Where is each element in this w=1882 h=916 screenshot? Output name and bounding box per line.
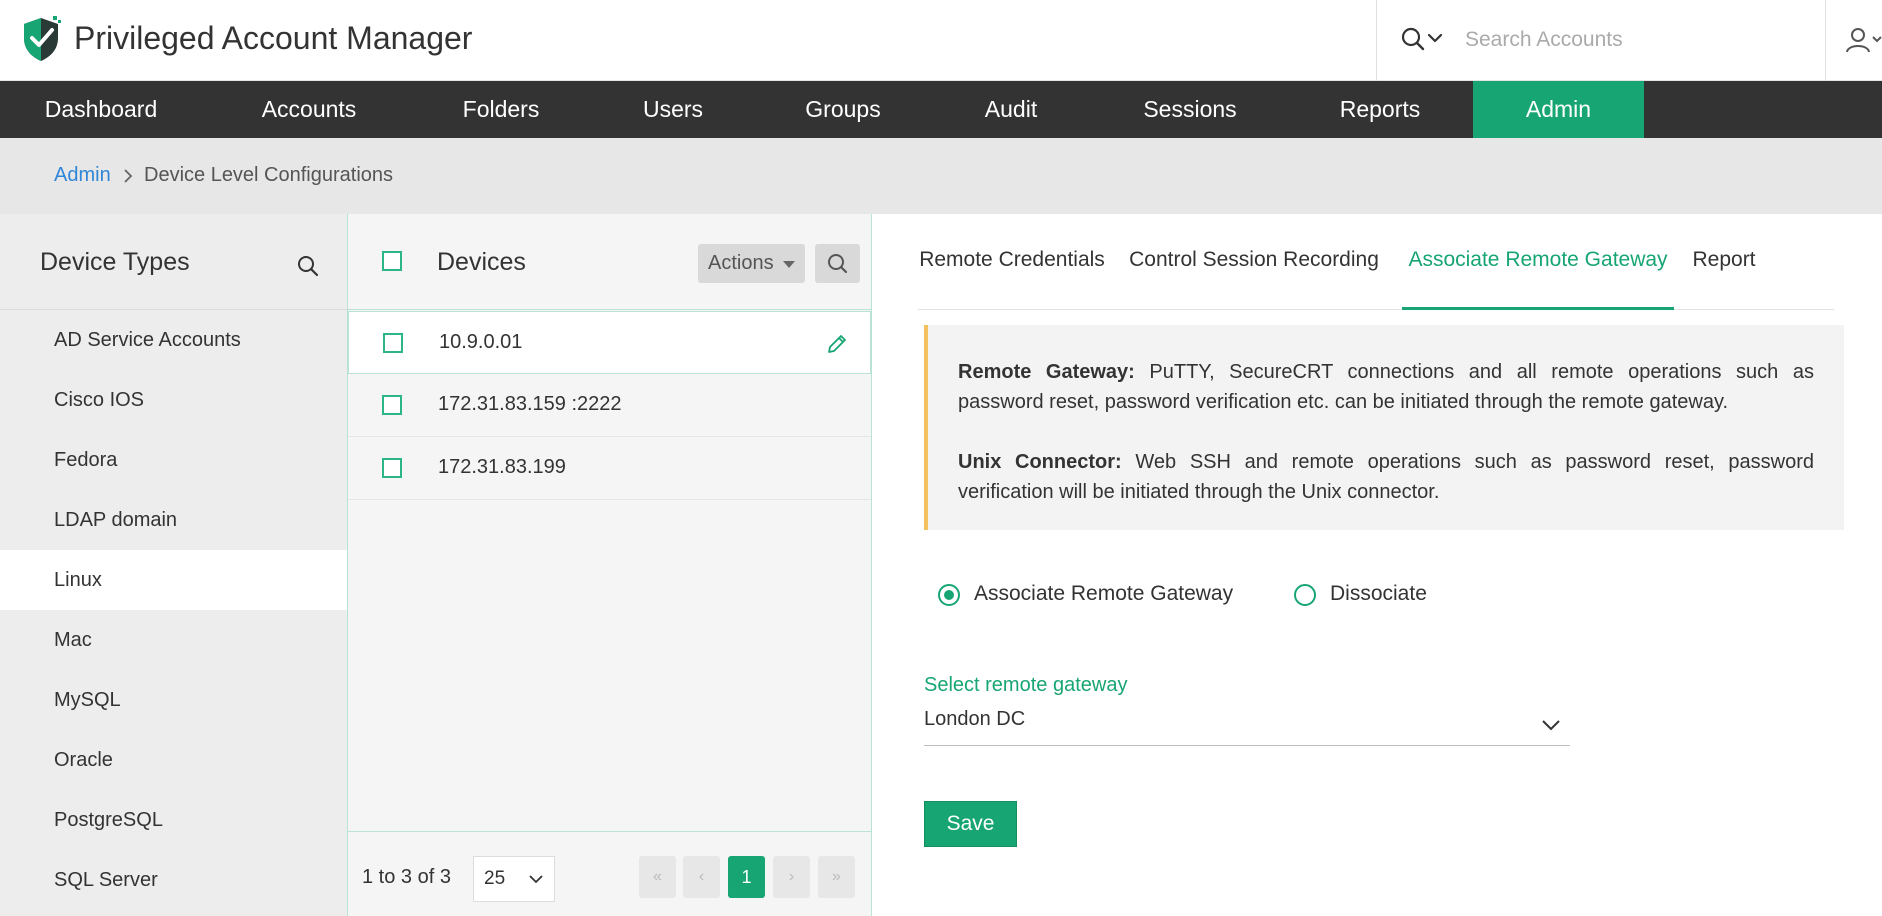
device-row[interactable]: 172.31.83.199: [348, 437, 871, 500]
per-page-select[interactable]: 25: [473, 856, 555, 902]
device-label: 172.31.83.159 :2222: [438, 393, 622, 415]
radio-checked[interactable]: [938, 584, 960, 606]
breadcrumb: Admin Device Level Configurations: [0, 138, 1882, 214]
associate-radio-label: Associate Remote Gateway: [974, 582, 1234, 605]
tab-associate-remote-gateway[interactable]: Associate Remote Gateway: [1402, 214, 1674, 310]
app-header: Privileged Account Manager: [0, 0, 1882, 81]
last-page-button[interactable]: »: [818, 856, 855, 898]
global-search: [1376, 0, 1826, 81]
config-tabs: Remote Credentials Control Session Recor…: [918, 214, 1834, 310]
nav-audit[interactable]: Audit: [944, 81, 1078, 138]
gateway-select[interactable]: London DC: [924, 704, 1570, 746]
user-icon: [1846, 28, 1882, 53]
pencil-icon[interactable]: [825, 332, 849, 356]
search-scope-dropdown[interactable]: [1397, 22, 1449, 58]
shield-check-logo: [24, 16, 61, 61]
device-type-mysql[interactable]: MySQL: [0, 670, 347, 730]
main-nav: Dashboard Accounts Folders Users Groups …: [0, 81, 1882, 138]
device-label: 172.31.83.199: [438, 456, 566, 478]
device-row-checkbox[interactable]: [382, 458, 402, 478]
device-row[interactable]: 172.31.83.159 :2222: [348, 374, 871, 437]
device-type-mac[interactable]: Mac: [0, 610, 347, 670]
current-page-button[interactable]: 1: [728, 856, 765, 898]
tab-control-session-recording[interactable]: Control Session Recording: [1120, 214, 1388, 310]
nav-accounts[interactable]: Accounts: [218, 81, 400, 138]
device-row[interactable]: 10.9.0.01: [348, 311, 871, 374]
breadcrumb-admin-link[interactable]: Admin: [54, 164, 111, 187]
page-info: 1 to 3 of 3: [362, 866, 451, 888]
device-types-panel: Device Types AD Service Accounts Cisco I…: [0, 214, 347, 916]
chevron-down-icon: [529, 875, 543, 884]
gateway-info: Remote Gateway: PuTTY, SecureCRT connect…: [958, 357, 1814, 417]
device-type-ad-service-accounts[interactable]: AD Service Accounts: [0, 310, 347, 370]
select-all-checkbox[interactable]: [382, 251, 402, 271]
device-type-cisco-ios[interactable]: Cisco IOS: [0, 370, 347, 430]
nav-admin[interactable]: Admin: [1473, 81, 1644, 138]
connector-info: Unix Connector: Web SSH and remote opera…: [958, 447, 1814, 507]
nav-users[interactable]: Users: [606, 81, 740, 138]
tab-remote-credentials[interactable]: Remote Credentials: [918, 214, 1106, 310]
dissociate-radio[interactable]: Dissociate: [1294, 580, 1454, 610]
actions-label: Actions: [708, 252, 774, 274]
device-row-checkbox[interactable]: [383, 333, 403, 353]
nav-dashboard[interactable]: Dashboard: [0, 81, 202, 138]
gateway-select-label: Select remote gateway: [924, 674, 1128, 696]
device-type-linux[interactable]: Linux: [0, 550, 347, 610]
nav-sessions[interactable]: Sessions: [1110, 81, 1270, 138]
dissociate-radio-label: Dissociate: [1330, 582, 1427, 605]
connector-info-title: Unix Connector:: [958, 451, 1122, 473]
device-label: 10.9.0.01: [439, 331, 523, 353]
actions-dropdown[interactable]: Actions: [698, 244, 805, 283]
devices-search-button[interactable]: [815, 244, 860, 283]
tab-report[interactable]: Report: [1686, 214, 1762, 310]
radio-unchecked[interactable]: [1294, 584, 1316, 606]
caret-down-icon: [783, 261, 795, 268]
gateway-select-value: London DC: [924, 708, 1026, 730]
breadcrumb-current: Device Level Configurations: [144, 164, 394, 186]
prev-page-button[interactable]: ‹: [683, 856, 720, 898]
devices-panel: Devices Actions 10.9.0.01 172.31.83.159 …: [347, 214, 872, 916]
search-input[interactable]: [1465, 22, 1805, 58]
app-title: Privileged Account Manager: [74, 20, 473, 56]
configuration-panel: Remote Credentials Control Session Recor…: [872, 214, 1882, 916]
save-button[interactable]: Save: [924, 801, 1017, 847]
gateway-info-title: Remote Gateway:: [958, 361, 1135, 383]
per-page-value: 25: [484, 868, 506, 889]
device-type-sql-server[interactable]: SQL Server: [0, 850, 347, 910]
nav-folders[interactable]: Folders: [420, 81, 582, 138]
chevron-right-icon: [124, 169, 133, 183]
info-box: Remote Gateway: PuTTY, SecureCRT connect…: [924, 325, 1844, 530]
devices-header: Devices Actions: [348, 214, 871, 310]
device-row-checkbox[interactable]: [382, 395, 402, 415]
user-menu[interactable]: [1840, 22, 1882, 58]
device-types-title: Device Types: [40, 248, 190, 276]
device-type-ldap-domain[interactable]: LDAP domain: [0, 490, 347, 550]
associate-radio[interactable]: Associate Remote Gateway: [938, 580, 1238, 610]
device-types-header: Device Types: [0, 214, 347, 310]
device-type-oracle[interactable]: Oracle: [0, 730, 347, 790]
first-page-button[interactable]: «: [639, 856, 676, 898]
search-icon: [828, 254, 848, 274]
next-page-button[interactable]: ›: [773, 856, 810, 898]
search-icon[interactable]: [294, 252, 322, 280]
device-type-fedora[interactable]: Fedora: [0, 430, 347, 490]
device-type-postgresql[interactable]: PostgreSQL: [0, 790, 347, 850]
devices-title: Devices: [437, 248, 526, 276]
nav-reports[interactable]: Reports: [1300, 81, 1460, 138]
search-icon: [1401, 27, 1443, 51]
chevron-down-icon: [1542, 720, 1560, 731]
nav-groups[interactable]: Groups: [772, 81, 914, 138]
